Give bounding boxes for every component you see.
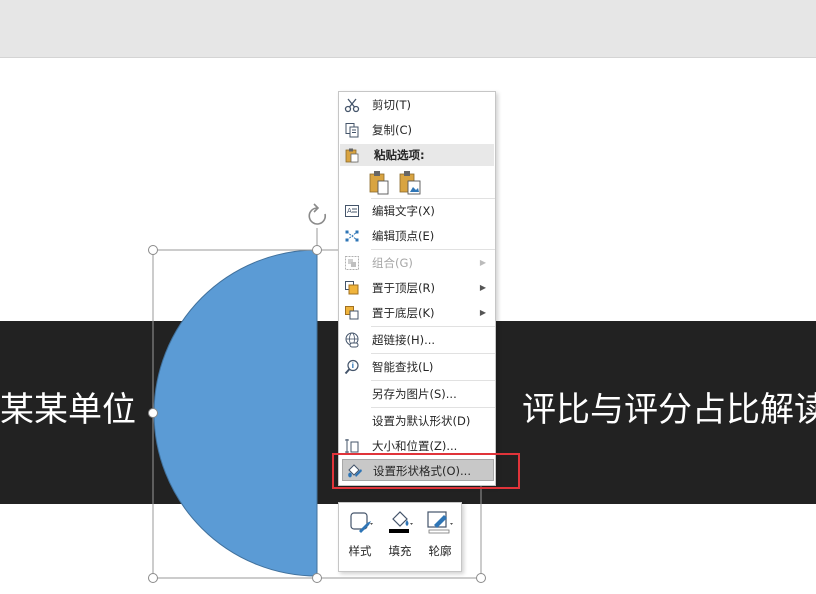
- menu-item-edit-text-label: 编辑文字(X): [372, 204, 435, 218]
- paste-options-header: 粘贴选项:: [340, 144, 494, 166]
- menu-item-set-default-shape[interactable]: 设置为默认形状(D): [340, 410, 494, 432]
- menu-item-edit-points-label: 编辑顶点(E): [372, 229, 435, 243]
- fill-button-label: 填充: [388, 544, 412, 558]
- paste-as-picture-icon: [399, 171, 421, 195]
- svg-text:i: i: [352, 362, 354, 370]
- submenu-arrow-icon: ▶: [479, 308, 486, 317]
- half-circle: [153, 249, 318, 577]
- bring-to-front-icon: [345, 281, 359, 295]
- menu-item-send-to-back-label: 置于底层(K): [372, 306, 435, 320]
- menu-item-set-default-shape-label: 设置为默认形状(D): [372, 414, 471, 428]
- menu-item-cut[interactable]: 剪切(T): [340, 94, 494, 116]
- hyperlink-icon: [345, 332, 359, 348]
- size-position-icon: [345, 439, 359, 453]
- scissors-icon: [344, 98, 360, 113]
- edit-text-icon: A: [345, 205, 359, 217]
- menu-item-edit-points[interactable]: 编辑顶点(E): [340, 225, 494, 247]
- menu-item-smart-lookup[interactable]: i 智能查找(L): [340, 356, 494, 378]
- menu-item-save-as-picture-label: 另存为图片(S)...: [372, 387, 457, 401]
- menu-item-bring-to-front-label: 置于顶层(R): [372, 281, 435, 295]
- svg-text:A: A: [347, 207, 352, 215]
- menu-separator: [371, 249, 495, 250]
- menu-item-hyperlink[interactable]: 超链接(H)...: [340, 329, 494, 351]
- menu-item-copy[interactable]: 复制(C): [340, 119, 494, 141]
- menu-item-group[interactable]: 组合(G) ▶: [340, 252, 494, 274]
- menu-item-copy-label: 复制(C): [372, 123, 413, 137]
- paint-bucket-icon: [389, 511, 413, 533]
- menu-item-cut-label: 剪切(T): [372, 98, 411, 112]
- shape-style-icon: [350, 512, 373, 533]
- send-to-back-icon: [345, 306, 359, 320]
- group-icon: [345, 256, 359, 270]
- menu-item-save-as-picture[interactable]: 另存为图片(S)...: [340, 383, 494, 405]
- clipboard-icon: [345, 148, 359, 163]
- submenu-arrow-icon: ▶: [479, 283, 486, 292]
- menu-separator: [371, 198, 495, 199]
- highlight-annotation-box: [332, 453, 520, 489]
- banner-right-text: 评比与评分占比解读: [522, 390, 816, 430]
- submenu-arrow-icon: ▶: [479, 258, 486, 267]
- mini-toolbar: 样式 填充 轮廓: [338, 502, 462, 572]
- banner-left-text: 某某单位: [0, 390, 136, 430]
- menu-separator: [371, 407, 495, 408]
- outline-button-label: 轮廓: [428, 544, 452, 558]
- pen-outline-icon: [427, 511, 453, 534]
- smart-lookup-icon: i: [344, 359, 359, 375]
- paste-option-buttons[interactable]: [369, 170, 425, 196]
- menu-separator: [371, 326, 495, 327]
- menu-item-bring-to-front[interactable]: 置于顶层(R) ▶: [340, 277, 494, 299]
- menu-separator: [371, 380, 495, 381]
- outline-button[interactable]: 轮廓: [421, 507, 459, 569]
- context-menu: 剪切(T) 复制(C) 粘贴选项: A 编辑文字(X) 编辑顶点(E) 组合(G…: [338, 91, 496, 486]
- menu-item-edit-text[interactable]: A 编辑文字(X): [340, 200, 494, 222]
- paste-options-label: 粘贴选项:: [374, 148, 425, 162]
- style-button-label: 样式: [348, 544, 372, 558]
- menu-item-group-label: 组合(G): [372, 256, 413, 270]
- menu-item-hyperlink-label: 超链接(H)...: [372, 333, 436, 347]
- menu-item-send-to-back[interactable]: 置于底层(K) ▶: [340, 302, 494, 324]
- rotate-handle-icon: [308, 203, 327, 225]
- copy-icon: [345, 123, 359, 138]
- paste-keep-formatting-icon: [369, 171, 389, 195]
- menu-separator: [371, 353, 495, 354]
- menu-item-smart-lookup-label: 智能查找(L): [372, 360, 434, 374]
- style-button[interactable]: 样式: [341, 507, 379, 569]
- edit-points-icon: [345, 230, 359, 242]
- fill-button[interactable]: 填充: [381, 507, 419, 569]
